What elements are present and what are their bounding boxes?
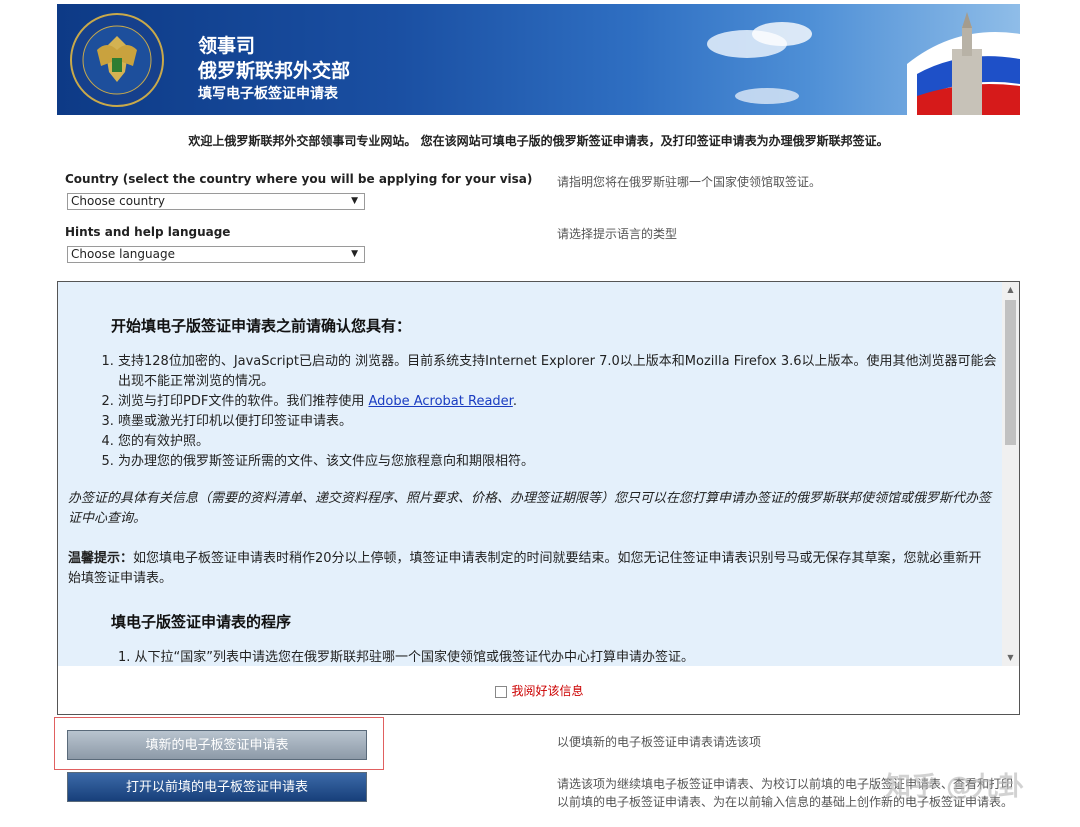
country-hint: 请指明您将在俄罗斯驻哪一个国家使领馆取签证。 bbox=[557, 175, 822, 189]
dropdown-arrow-icon: ▼ bbox=[351, 249, 358, 259]
header-titles: 领事司 俄罗斯联邦外交部 填写电子板签证申请表 bbox=[198, 34, 350, 104]
list-item: 为办理您的俄罗斯签证所需的文件、该文件应与您旅程意向和期限相符。 bbox=[118, 452, 1002, 472]
header-banner: 领事司 俄罗斯联邦外交部 填写电子板签证申请表 bbox=[57, 4, 1020, 115]
language-selected-value: Choose language bbox=[71, 247, 175, 261]
header-line3: 填写电子板签证申请表 bbox=[198, 86, 338, 102]
header-line1: 领事司 bbox=[198, 35, 256, 57]
scroll-down-icon[interactable]: ▼ bbox=[1002, 650, 1019, 666]
dropdown-arrow-icon: ▼ bbox=[351, 196, 358, 206]
welcome-text: 欢迎上俄罗斯联邦外交部领事司专业网站。 您在该网站可填电子版的俄罗斯签证申请表，… bbox=[188, 134, 889, 148]
header-decoration-icon bbox=[707, 12, 1020, 115]
tip-text: 如您填电子板签证申请表时稍作20分以上停顿，填签证申请表制定的时间就要结束。如您… bbox=[68, 551, 982, 586]
info-panel: 开始填电子版签证申请表之前请确认您具有： 支持128位加密的、JavaScrip… bbox=[57, 281, 1020, 715]
language-label: Hints and help language bbox=[65, 225, 231, 239]
watermark-text: 知乎 @九卦 bbox=[885, 772, 1025, 802]
page: 领事司 俄罗斯联邦外交部 填写电子板签证申请表 欢迎上俄罗斯联邦外交部领事司专业… bbox=[0, 0, 1080, 827]
procedure-step-text: 从下拉“国家”列表中请选您在俄罗斯联邦驻哪一个国家使领馆或俄签证代办中心打算申请… bbox=[134, 650, 695, 665]
list-item: 您的有效护照。 bbox=[118, 432, 1002, 452]
tip-paragraph: 温馨提示：如您填电子板签证申请表时稍作20分以上停顿，填签证申请表制定的时间就要… bbox=[68, 549, 993, 589]
panel-heading-procedure: 填电子版签证申请表的程序 bbox=[111, 613, 292, 631]
language-select[interactable]: Choose language ▼ bbox=[67, 246, 365, 263]
info-scroll-area[interactable]: 开始填电子版签证申请表之前请确认您具有： 支持128位加密的、JavaScrip… bbox=[58, 282, 1002, 666]
list-item-text: 浏览与打印PDF文件的软件。我们推荐使用 bbox=[118, 394, 369, 409]
country-selected-value: Choose country bbox=[71, 194, 166, 208]
open-form-button[interactable]: 打开以前填的电子板签证申请表 bbox=[67, 772, 367, 802]
country-select[interactable]: Choose country ▼ bbox=[67, 193, 365, 210]
new-form-hint: 以便填新的电子板签证申请表请选该项 bbox=[557, 735, 762, 749]
list-item: 喷墨或激光打印机以便打印签证申请表。 bbox=[118, 412, 1002, 432]
header-line2: 俄罗斯联邦外交部 bbox=[198, 60, 351, 82]
tip-label: 温馨提示： bbox=[68, 551, 134, 566]
scrollbar-thumb[interactable] bbox=[1005, 300, 1016, 445]
list-item: 支持128位加密的、JavaScript已启动的 浏览器。目前系统支持Inter… bbox=[118, 352, 1002, 392]
confirm-checkbox[interactable] bbox=[495, 685, 508, 698]
confirm-row: 我阅好该信息 bbox=[58, 682, 1021, 699]
procedure-step-1: 1. 从下拉“国家”列表中请选您在俄罗斯联邦驻哪一个国家使领馆或俄签证代办中心打… bbox=[118, 650, 695, 665]
scroll-up-icon[interactable]: ▲ bbox=[1002, 282, 1019, 298]
panel-scrollbar[interactable]: ▲ ▼ bbox=[1002, 282, 1019, 666]
list-item: 浏览与打印PDF文件的软件。我们推荐使用 Adobe Acrobat Reade… bbox=[118, 392, 1002, 412]
requirements-list: 支持128位加密的、JavaScript已启动的 浏览器。目前系统支持Inter… bbox=[98, 352, 1002, 472]
panel-heading-requirements: 开始填电子版签证申请表之前请确认您具有： bbox=[111, 317, 412, 335]
ministry-emblem-icon bbox=[70, 13, 164, 107]
new-form-button[interactable]: 填新的电子板签证申请表 bbox=[67, 730, 367, 760]
country-label: Country (select the country where you wi… bbox=[65, 172, 533, 186]
adobe-reader-link[interactable]: Adobe Acrobat Reader bbox=[368, 394, 512, 409]
visa-info-note: 办签证的具体有关信息（需要的资料清单、递交资料程序、照片要求、价格、办理签证期限… bbox=[68, 491, 992, 526]
confirm-label[interactable]: 我阅好该信息 bbox=[511, 684, 583, 698]
language-hint: 请选择提示语言的类型 bbox=[557, 227, 678, 241]
